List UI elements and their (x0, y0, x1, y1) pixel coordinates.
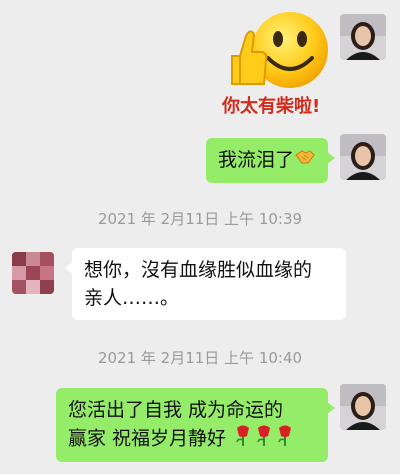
my-avatar[interactable] (340, 384, 386, 430)
handshake-icon (294, 147, 316, 175)
message-text-line: 赢家 祝福岁月静好 (68, 427, 227, 450)
avatar-photo-icon (340, 134, 386, 180)
timestamp: 2021 年 2月11日 上午 10:40 (97, 349, 303, 367)
blurred-avatar-icon (12, 252, 54, 294)
message-bubble-received[interactable]: 想你，沒有血缘胜似血缘的 亲人……。 (65, 248, 346, 320)
my-avatar[interactable] (340, 134, 386, 180)
thumbs-up-smiley-sticker-icon (231, 12, 328, 88)
my-avatar[interactable] (340, 14, 386, 60)
message-text: 我流泪了 (217, 149, 294, 171)
message-text-line: 您活出了自我 成为命运的 (68, 399, 284, 421)
avatar-photo-icon (340, 14, 386, 60)
sticker-caption: 你太有柴啦! (222, 96, 321, 117)
message-text-line: 亲人……。 (84, 287, 180, 309)
message-bubble-sent[interactable]: 您活出了自我 成为命运的 赢家 祝福岁月静好 (56, 388, 335, 462)
message-bubble-sent[interactable]: 我流泪了 (205, 138, 336, 183)
contact-avatar[interactable] (12, 252, 54, 294)
timestamp: 2021 年 2月11日 上午 10:39 (97, 210, 303, 228)
message-text-line: 想你，沒有血缘胜似血缘的 (84, 259, 313, 281)
sticker-message[interactable]: 你太有柴啦! (218, 6, 338, 118)
avatar-photo-icon (340, 384, 386, 430)
rose-icon (232, 424, 298, 454)
